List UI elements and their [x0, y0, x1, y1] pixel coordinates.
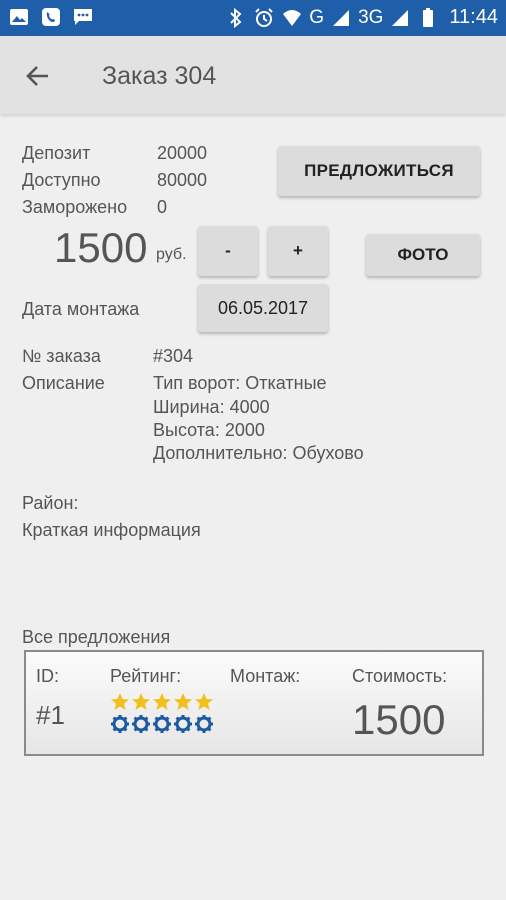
offers-section-title: Все предложения: [22, 627, 171, 647]
star-icon: [111, 693, 129, 710]
deposit-value: 20000: [157, 143, 208, 163]
offer-id-header: ID:: [36, 666, 60, 686]
clock: 11:44: [449, 6, 498, 28]
price-currency: руб.: [156, 246, 187, 263]
offer-cost: 1500: [352, 696, 446, 743]
back-arrow-icon[interactable]: [22, 60, 54, 92]
order-number-value: #304: [153, 346, 194, 366]
price-amount: 1500: [54, 224, 148, 271]
star-icon: [195, 693, 213, 710]
available-label: Доступно: [22, 170, 101, 190]
message-notification-icon: [72, 6, 94, 28]
frozen-value: 0: [157, 197, 168, 217]
bluetooth-icon: [225, 7, 247, 29]
description-line: Ширина: 4000: [153, 397, 270, 417]
status-bar: G 3G 11:44: [0, 0, 506, 36]
install-date-label: Дата монтажа: [22, 299, 140, 319]
offer-cost-header: Стоимость:: [352, 666, 448, 686]
decrease-price-button[interactable]: -: [198, 226, 258, 276]
gear-icon: [111, 715, 129, 733]
gear-icon: [174, 715, 192, 733]
install-date-button[interactable]: 06.05.2017: [198, 284, 328, 332]
offer-rating-header: Рейтинг:: [110, 666, 182, 686]
alarm-icon: [253, 7, 275, 29]
description-line: Тип ворот: Откатные: [153, 373, 327, 393]
gear-icon: [153, 715, 171, 733]
rating-stars: [110, 692, 214, 712]
available-value: 80000: [157, 170, 208, 190]
page-title: Заказ 304: [102, 62, 217, 90]
signal-icon-2: [389, 7, 411, 29]
rating-gears: [110, 714, 214, 734]
gear-icon: [195, 715, 213, 733]
gear-icon: [132, 715, 150, 733]
offer-install-header: Монтаж:: [230, 666, 301, 686]
app-bar: Заказ 304: [0, 36, 506, 114]
offer-list-item[interactable]: ID: Рейтинг: Монтаж: Стоимость: #1 1500: [24, 650, 484, 756]
battery-icon: [417, 7, 439, 29]
frozen-label: Заморожено: [22, 197, 128, 217]
description-label: Описание: [22, 373, 105, 393]
offer-id: #1: [36, 700, 65, 730]
photo-button[interactable]: ФОТО: [366, 234, 480, 276]
gallery-notification-icon: [8, 6, 30, 28]
star-icon: [153, 693, 171, 710]
description-line: Дополнительно: Обухово: [153, 443, 364, 463]
description-line: Высота: 2000: [153, 420, 265, 440]
increase-price-button[interactable]: +: [268, 226, 328, 276]
offer-button[interactable]: ПРЕДЛОЖИТЬСЯ: [278, 146, 480, 196]
wifi-icon: [281, 7, 303, 29]
brief-info-label: Краткая информация: [22, 520, 201, 540]
viber-notification-icon: [40, 6, 62, 28]
district-label: Район:: [22, 493, 79, 513]
signal-icon: [330, 7, 352, 29]
star-icon: [174, 693, 192, 710]
network-type-label-2: 3G: [358, 6, 384, 28]
star-icon: [132, 693, 150, 710]
order-number-label: № заказа: [22, 346, 101, 366]
network-type-label: G: [309, 6, 325, 28]
deposit-label: Депозит: [22, 143, 91, 163]
